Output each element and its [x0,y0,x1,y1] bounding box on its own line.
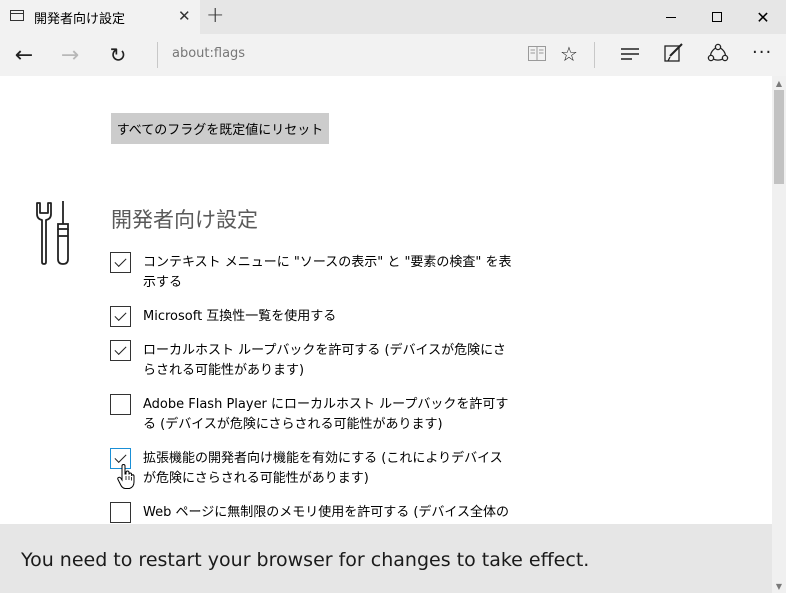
reset-all-flags-button[interactable]: すべてのフラグを既定値にリセット [111,113,329,144]
hub-icon[interactable] [620,46,640,62]
scroll-up-icon[interactable]: ▲ [772,76,786,90]
option-label: Microsoft 互換性一覧を使用する [143,309,337,324]
address-divider [157,42,158,68]
title-bar: 開発者向け設定 ✕ + ✕ [0,0,786,34]
minimize-icon [666,16,676,18]
pen-icon[interactable] [664,43,684,63]
maximize-button[interactable] [694,0,740,34]
vertical-scrollbar[interactable]: ▲ ▼ [772,76,786,593]
maximize-icon [712,12,722,22]
wrench-screwdriver-icon [36,201,69,265]
option-label: ローカルホスト ループバックを許可する (デバイスが危険にさらされる可能性があり… [143,343,506,378]
option-label: Adobe Flash Player にローカルホスト ループバックを許可する … [143,397,509,432]
option-checkbox[interactable] [110,252,131,273]
book-icon[interactable] [528,46,546,61]
refresh-icon[interactable]: ↻ [100,38,136,72]
tab-title: 開発者向け設定 [34,12,126,27]
option-label: 拡張機能の開発者向け機能を有効にする (これによりデバイスが危険にさらされる可能… [143,451,503,486]
section-title: 開発者向け設定 [111,208,258,232]
star-icon[interactable]: ☆ [560,42,578,66]
close-icon: ✕ [756,7,770,27]
hand-cursor-icon [117,464,135,489]
new-tab-icon[interactable]: + [206,3,224,28]
option-checkbox[interactable] [110,340,131,361]
minimize-button[interactable] [648,0,694,34]
toolbar-divider [594,42,595,68]
restart-notification-bar: You need to restart your browser for cha… [0,524,772,593]
close-window-button[interactable]: ✕ [740,0,786,34]
option-checkbox[interactable] [110,394,131,415]
option-checkbox[interactable] [110,306,131,327]
flags-page: すべてのフラグを既定値にリセット 開発者向け設定 コンテキスト メニューに "ソ… [0,76,772,524]
tab-close-icon[interactable]: ✕ [178,7,191,25]
restart-message: You need to restart your browser for cha… [21,549,590,571]
active-tab[interactable]: 開発者向け設定 ✕ [0,0,200,34]
address-input[interactable]: about:flags [172,46,245,61]
back-arrow-icon[interactable]: ← [6,38,42,72]
option-label: Web ページに無制限のメモリ使用を許可する (デバイス全体の [143,505,510,520]
option-checkbox[interactable] [110,502,131,523]
share-icon[interactable] [707,43,729,63]
more-icon[interactable]: ··· [752,42,772,63]
forward-arrow-icon[interactable]: → [52,38,88,72]
scroll-thumb[interactable] [774,90,784,184]
page-icon [10,10,24,21]
scroll-down-icon[interactable]: ▼ [772,579,786,593]
option-label: コンテキスト メニューに "ソースの表示" と "要素の検査" を表示する [143,255,512,290]
